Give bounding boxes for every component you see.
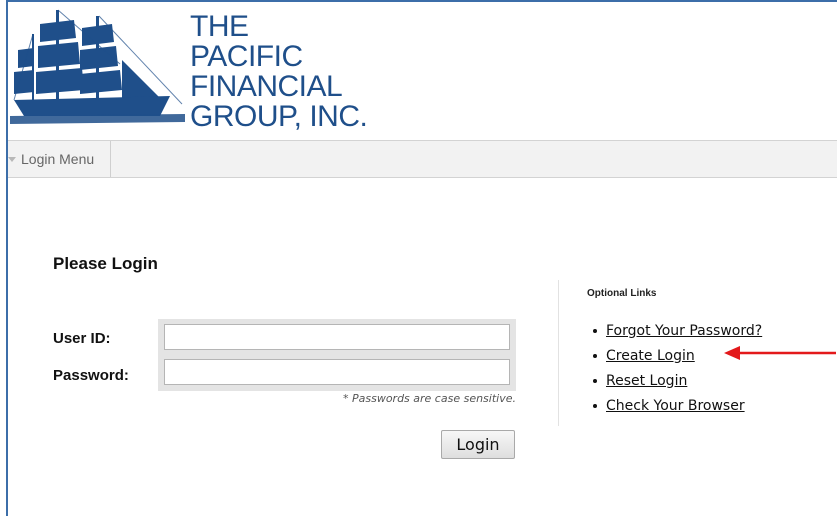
- check-browser-link[interactable]: Check Your Browser: [606, 398, 745, 414]
- create-login-link[interactable]: Create Login: [606, 348, 695, 364]
- bullet-icon: [593, 403, 597, 408]
- password-input[interactable]: [164, 359, 510, 385]
- login-button[interactable]: Login: [441, 430, 515, 459]
- forgot-password-link[interactable]: Forgot Your Password?: [606, 323, 762, 339]
- bullet-icon: [593, 353, 597, 358]
- annotation-arrow-icon: [724, 346, 836, 360]
- bullet-icon: [593, 378, 597, 383]
- section-divider: [558, 280, 559, 426]
- company-name-line: FINANCIAL: [190, 70, 343, 103]
- login-menu-label: Login Menu: [21, 151, 95, 167]
- list-item: Forgot Your Password?: [593, 318, 762, 343]
- caret-down-icon: [8, 156, 16, 162]
- bullet-icon: [593, 328, 597, 333]
- password-case-note: * Passwords are case sensitive.: [342, 392, 516, 405]
- reset-login-link[interactable]: Reset Login: [606, 373, 687, 389]
- frame-border-left: [6, 0, 8, 516]
- user-id-input[interactable]: [164, 324, 510, 350]
- login-heading: Please Login: [53, 254, 158, 273]
- ship-logo-icon: [10, 9, 185, 124]
- company-name: THE PACIFIC FINANCIAL GROUP, INC.: [190, 10, 368, 133]
- optional-links-list: Forgot Your Password? Create Login Reset…: [593, 318, 762, 418]
- list-item: Reset Login: [593, 368, 762, 393]
- user-id-label: User ID:: [53, 330, 111, 347]
- menu-bar: Login Menu: [8, 140, 837, 178]
- list-item: Check Your Browser: [593, 393, 762, 418]
- company-name-line: GROUP, INC.: [190, 100, 368, 133]
- password-label: Password:: [53, 367, 129, 384]
- optional-links-heading: Optional Links: [587, 288, 657, 299]
- company-name-line: THE: [190, 10, 249, 43]
- company-logo: THE PACIFIC FINANCIAL GROUP, INC.: [10, 4, 370, 134]
- company-name-line: PACIFIC: [190, 40, 303, 73]
- login-menu-button[interactable]: Login Menu: [8, 141, 112, 177]
- frame-border-top: [6, 0, 837, 2]
